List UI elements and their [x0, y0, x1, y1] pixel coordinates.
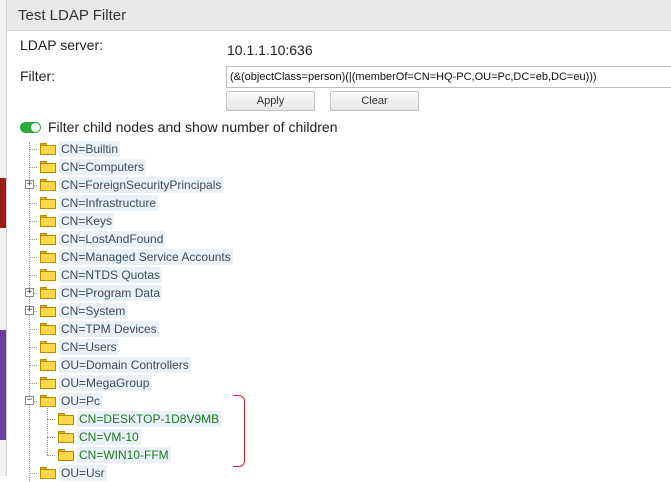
tree-node[interactable]: CN=ForeignSecurityPrincipals: [40, 176, 224, 194]
ldap-server-label: LDAP server:: [20, 37, 103, 53]
dialog-title: Test LDAP Filter: [7, 0, 671, 31]
ldap-server-value: 10.1.1.10:636: [227, 42, 313, 58]
tree-node[interactable]: OU=MegaGroup: [40, 374, 152, 392]
tree-node-label: CN=Program Data: [59, 285, 163, 301]
highlight-bracket: [233, 395, 245, 467]
tree-node[interactable]: CN=System: [40, 302, 128, 320]
toggle-switch[interactable]: [20, 121, 41, 133]
tree-node[interactable]: CN=Computers: [40, 158, 147, 176]
tree-connector: [29, 473, 37, 474]
tree-connector: [29, 383, 37, 384]
folder-icon: [40, 269, 56, 281]
tree-connector: [29, 221, 37, 222]
tree-node-label: CN=Computers: [59, 159, 147, 175]
folder-icon: [40, 377, 56, 389]
tree-node-label: CN=Infrastructure: [59, 195, 159, 211]
filter-label: Filter:: [20, 68, 55, 84]
folder-icon: [40, 323, 56, 335]
folder-icon: [58, 413, 74, 425]
folder-icon: [40, 467, 56, 479]
tree-child-node[interactable]: CN=WIN10-FFM: [58, 446, 171, 464]
tree-node-label: OU=Pc: [59, 393, 103, 409]
tree-connector: [29, 257, 37, 258]
tree-guide-line: [47, 406, 48, 455]
folder-icon: [40, 341, 56, 353]
tree-node-label: CN=Users: [59, 339, 119, 355]
tree-node-label: CN=Keys: [59, 213, 115, 229]
tree-node-label: OU=Domain Controllers: [59, 357, 191, 373]
tree-node-label: CN=ForeignSecurityPrincipals: [59, 177, 224, 193]
tree-node-label: CN=LostAndFound: [59, 231, 166, 247]
tree-node-label: CN=NTDS Quotas: [59, 267, 163, 283]
folder-icon: [40, 215, 56, 227]
tree-node-label: CN=WIN10-FFM: [77, 447, 171, 463]
tree-child-node[interactable]: CN=VM-10: [58, 428, 141, 446]
tree-node-label: CN=VM-10: [77, 429, 141, 445]
tree-connector: [29, 167, 37, 168]
collapse-icon[interactable]: −: [25, 396, 34, 405]
folder-icon: [40, 305, 56, 317]
apply-button[interactable]: Apply: [226, 91, 315, 111]
tree-node[interactable]: CN=TPM Devices: [40, 320, 159, 338]
tree-connector: [29, 275, 37, 276]
toggle-knob: [31, 122, 40, 132]
folder-icon: [40, 143, 56, 155]
tree-node[interactable]: CN=Infrastructure: [40, 194, 159, 212]
tree-node-label: CN=TPM Devices: [59, 321, 159, 337]
tree-connector: [29, 203, 37, 204]
tree-connector: [47, 455, 55, 456]
clear-button[interactable]: Clear: [330, 91, 419, 111]
tree-node-label: CN=System: [59, 303, 128, 319]
filter-children-toggle-label: Filter child nodes and show number of ch…: [48, 119, 338, 135]
tree-node[interactable]: CN=Program Data: [40, 284, 163, 302]
tree-node-label: CN=DESKTOP-1D8V9MB: [77, 411, 222, 427]
tree-node[interactable]: CN=Users: [40, 338, 119, 356]
tree-node-label: OU=MegaGroup: [59, 375, 152, 391]
folder-icon: [40, 179, 56, 191]
tree-node[interactable]: OU=Pc: [40, 392, 103, 410]
folder-icon: [40, 197, 56, 209]
test-ldap-filter-dialog: Test LDAP Filter LDAP server: 10.1.1.10:…: [6, 0, 671, 482]
tree-node-label: CN=Builtin: [59, 141, 121, 157]
folder-icon: [40, 233, 56, 245]
tree-connector: [29, 239, 37, 240]
tree-node[interactable]: CN=Managed Service Accounts: [40, 248, 233, 266]
expand-icon[interactable]: +: [25, 306, 34, 315]
tree-connector: [47, 437, 55, 438]
folder-icon: [40, 359, 56, 371]
tree-connector: [47, 419, 55, 420]
tree-child-node[interactable]: CN=DESKTOP-1D8V9MB: [58, 410, 222, 428]
tree-node[interactable]: CN=LostAndFound: [40, 230, 166, 248]
expand-icon[interactable]: +: [25, 288, 34, 297]
tree-node-label: OU=Usr: [59, 465, 107, 481]
tree-connector: [29, 365, 37, 366]
tree-node[interactable]: OU=Usr: [40, 464, 107, 482]
tree-connector: [29, 347, 37, 348]
folder-icon: [40, 287, 56, 299]
tree-connector: [29, 329, 37, 330]
tree-node[interactable]: CN=Keys: [40, 212, 115, 230]
tree-connector: [29, 149, 37, 150]
tree-node[interactable]: CN=Builtin: [40, 140, 121, 158]
tree-node[interactable]: OU=Domain Controllers: [40, 356, 191, 374]
filter-input[interactable]: (&(objectClass=person)(|(memberOf=CN=HQ-…: [226, 66, 671, 88]
folder-icon: [58, 431, 74, 443]
filter-children-toggle-row[interactable]: Filter child nodes and show number of ch…: [20, 117, 338, 137]
folder-icon: [40, 161, 56, 173]
folder-icon: [40, 251, 56, 263]
folder-icon: [58, 449, 74, 461]
tree-node-label: CN=Managed Service Accounts: [59, 249, 233, 265]
tree-node[interactable]: CN=NTDS Quotas: [40, 266, 163, 284]
expand-icon[interactable]: +: [25, 180, 34, 189]
folder-icon: [40, 395, 56, 407]
